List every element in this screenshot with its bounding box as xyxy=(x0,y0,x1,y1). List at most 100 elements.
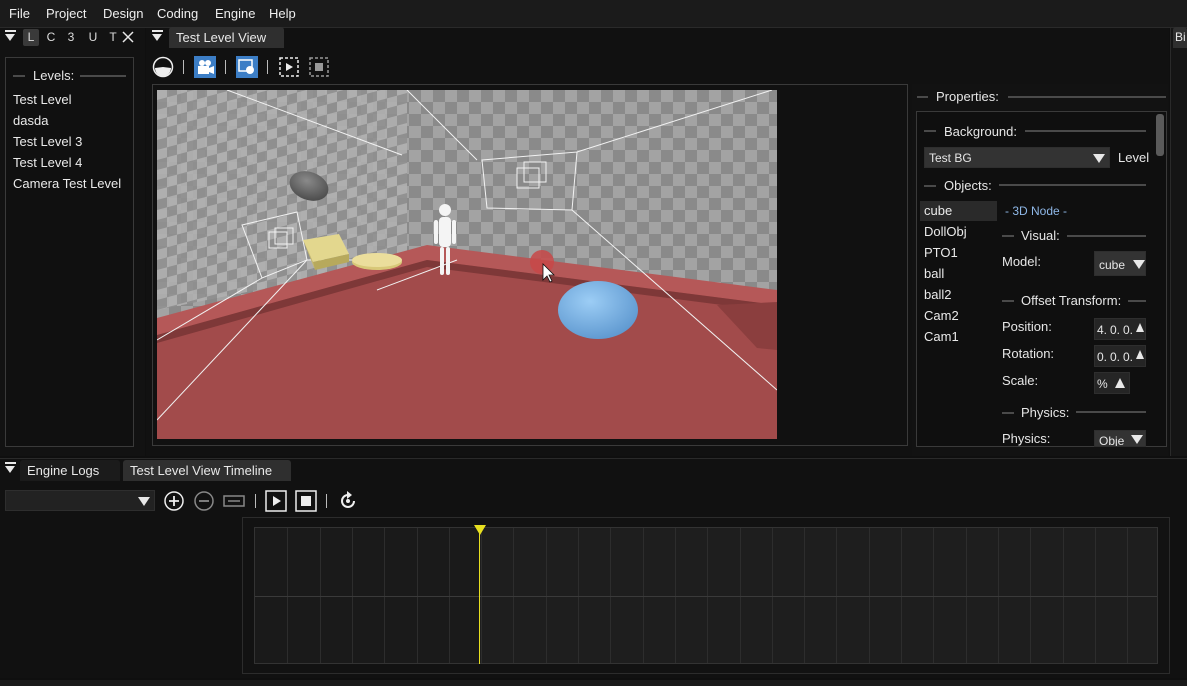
physics-header: Physics: xyxy=(1021,405,1070,420)
rotation-z[interactable]: 0. xyxy=(1123,350,1133,364)
tab-3[interactable]: 3 xyxy=(63,29,79,46)
menu-icon[interactable] xyxy=(5,462,16,464)
chevron-down-icon xyxy=(1093,154,1105,163)
position-x[interactable]: 4. xyxy=(1097,323,1107,337)
object-item[interactable]: ball xyxy=(924,266,944,281)
object-item[interactable]: Cam2 xyxy=(924,308,959,323)
timeline-track[interactable] xyxy=(254,527,1158,664)
view-camera-icon[interactable] xyxy=(236,56,258,78)
tab-u[interactable]: U xyxy=(85,29,101,46)
objects-header: Objects: xyxy=(944,178,992,193)
divider xyxy=(999,184,1146,186)
playhead-handle-icon[interactable] xyxy=(474,525,486,535)
level-item[interactable]: Test Level 3 xyxy=(13,134,82,149)
menu-file[interactable]: File xyxy=(9,6,30,21)
expand-up-icon[interactable] xyxy=(1136,350,1144,359)
dock-menu-icon[interactable] xyxy=(152,34,162,41)
offset-transform-header: Offset Transform: xyxy=(1021,293,1122,308)
gauge-icon[interactable] xyxy=(152,56,174,78)
level-item[interactable]: Test Level xyxy=(13,92,72,107)
object-item[interactable]: DollObj xyxy=(924,224,967,239)
toolbar-separator xyxy=(326,494,327,508)
stop-selection-icon[interactable] xyxy=(308,56,330,78)
object-item[interactable]: cube xyxy=(924,203,952,218)
tab-l[interactable]: L xyxy=(23,29,39,46)
position-fields[interactable]: 4. 0. 0. xyxy=(1094,318,1146,340)
divider xyxy=(1067,235,1146,237)
rotation-y[interactable]: 0. xyxy=(1110,350,1120,364)
link-keyframe-icon[interactable] xyxy=(223,490,245,512)
divider xyxy=(1002,235,1014,237)
play-icon[interactable] xyxy=(265,490,287,512)
model-label: Model: xyxy=(1002,254,1042,269)
divider xyxy=(13,75,25,77)
model-select[interactable]: cube xyxy=(1094,251,1146,276)
physics-value: Obje xyxy=(1099,434,1125,447)
node-type-link[interactable]: - 3D Node - xyxy=(1005,204,1067,218)
add-keyframe-icon[interactable] xyxy=(163,490,185,512)
menu-help[interactable]: Help xyxy=(269,6,296,21)
chevron-down-icon xyxy=(1133,260,1145,269)
background-select[interactable]: Test BG xyxy=(924,147,1110,168)
divider xyxy=(80,75,126,77)
properties-scrollbar[interactable] xyxy=(1156,114,1164,156)
dock-menu-icon[interactable] xyxy=(5,466,15,473)
remove-keyframe-icon[interactable] xyxy=(193,490,215,512)
object-item[interactable]: PTO1 xyxy=(924,245,958,260)
model-value: cube xyxy=(1099,258,1126,272)
level-item[interactable]: Test Level 4 xyxy=(13,155,82,170)
tab-c[interactable]: C xyxy=(43,29,59,46)
scale-label: Scale: xyxy=(1002,373,1039,388)
divider xyxy=(1128,300,1146,302)
menu-design[interactable]: Design xyxy=(103,6,143,21)
scene-render xyxy=(157,90,777,439)
timeline-select[interactable] xyxy=(5,490,155,511)
visual-header: Visual: xyxy=(1021,228,1060,243)
properties-header: Properties: xyxy=(936,89,999,104)
tab-engine-logs[interactable]: Engine Logs xyxy=(20,460,120,481)
loop-icon[interactable] xyxy=(337,490,359,512)
menu-icon[interactable] xyxy=(5,30,16,32)
object-item[interactable]: Cam1 xyxy=(924,329,959,344)
expand-up-icon[interactable] xyxy=(1136,323,1144,332)
level-item[interactable]: dasda xyxy=(13,113,48,128)
position-y[interactable]: 0. xyxy=(1110,323,1120,337)
right-dock xyxy=(1170,28,1187,456)
scale-value[interactable]: % xyxy=(1097,377,1108,391)
chevron-down-icon xyxy=(1131,435,1143,444)
divider xyxy=(1025,130,1146,132)
menu-coding[interactable]: Coding xyxy=(157,6,198,21)
menu-engine[interactable]: Engine xyxy=(215,6,255,21)
tab-timeline[interactable]: Test Level View Timeline xyxy=(123,460,291,481)
divider xyxy=(924,130,936,132)
scale-field[interactable]: % xyxy=(1094,372,1130,394)
camera-icon[interactable] xyxy=(194,56,216,78)
timeline-playhead[interactable] xyxy=(479,527,480,664)
tab-t[interactable]: T xyxy=(105,29,121,46)
divider xyxy=(1002,412,1014,414)
levels-header: Levels: xyxy=(33,68,75,83)
menu-icon[interactable] xyxy=(152,30,163,32)
background-suffix: Level xyxy=(1118,150,1150,165)
tab-right[interactable]: Bi xyxy=(1173,27,1187,48)
tab-test-level-view[interactable]: Test Level View xyxy=(169,27,284,48)
expand-up-icon[interactable] xyxy=(1115,378,1125,388)
object-item[interactable]: ball2 xyxy=(924,287,951,302)
toolbar-separator xyxy=(183,60,184,74)
status-strip xyxy=(0,680,1187,686)
physics-select[interactable]: Obje xyxy=(1094,430,1146,447)
background-header: Background: xyxy=(944,124,1017,139)
rotation-fields[interactable]: 0. 0. 0. xyxy=(1094,345,1146,367)
position-z[interactable]: 0. xyxy=(1123,323,1133,337)
rotation-x[interactable]: 0. xyxy=(1097,350,1107,364)
dock-menu-icon[interactable] xyxy=(5,34,15,41)
background-value: Test BG xyxy=(929,151,972,165)
level-item[interactable]: Camera Test Level xyxy=(13,176,121,191)
divider xyxy=(1008,96,1166,98)
play-selection-icon[interactable] xyxy=(278,56,300,78)
menu-project[interactable]: Project xyxy=(46,6,86,21)
stop-icon[interactable] xyxy=(295,490,317,512)
close-icon[interactable] xyxy=(121,30,135,44)
rotation-label: Rotation: xyxy=(1002,346,1055,361)
3d-viewport[interactable] xyxy=(157,90,777,439)
